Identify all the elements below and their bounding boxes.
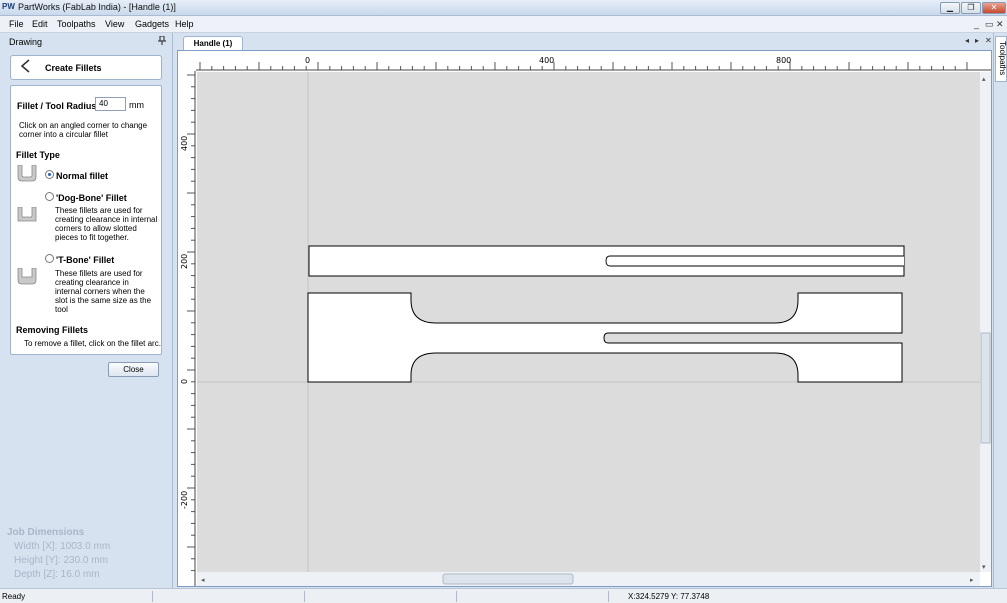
status-separator (456, 591, 457, 602)
job-height: Height [Y]: 230.0 mm (14, 555, 108, 566)
scroll-down-icon[interactable]: ▾ (982, 564, 986, 571)
removing-fillets-text: To remove a fillet, click on the fillet … (24, 339, 161, 348)
close-window-button[interactable]: ✕ (982, 2, 1006, 14)
back-arrow-icon[interactable] (18, 58, 32, 79)
toolpaths-tab-label: Toolpaths (998, 41, 1007, 76)
menu-view[interactable]: View (105, 19, 124, 29)
fillet-form: Fillet / Tool Radius: 40 mm Click on an … (10, 85, 162, 355)
cursor-coordinates: X:324.5279 Y: 77.3748 (628, 592, 710, 601)
ruler-v-label-400: 400 (180, 136, 189, 151)
tab-prev-icon[interactable]: ◂ (965, 36, 969, 45)
mdi-close-icon[interactable]: ✕ (996, 19, 1004, 30)
tbone-fillet-radio[interactable] (45, 254, 54, 263)
job-width: Width [X]: 1003.0 mm (14, 541, 111, 552)
horizontal-ruler (178, 51, 991, 71)
tbone-fillet-label[interactable]: 'T-Bone' Fillet (56, 255, 114, 265)
create-fillets-title: Create Fillets (45, 63, 102, 73)
menu-help[interactable]: Help (175, 19, 194, 29)
pin-icon[interactable] (158, 35, 166, 47)
ruler-v-label-0: 0 (180, 379, 189, 384)
minimize-button[interactable]: ▁ (940, 2, 960, 14)
menu-gadgets[interactable]: Gadgets (135, 19, 169, 29)
scroll-up-icon[interactable]: ▴ (982, 76, 986, 83)
drawing-panel: Drawing Create Fillets Fillet / Tool Rad… (0, 33, 173, 588)
dogbone-fillet-label[interactable]: 'Dog-Bone' Fillet (56, 193, 127, 203)
top-strip-shape[interactable] (308, 245, 905, 277)
horizontal-scroll-thumb[interactable] (442, 573, 574, 585)
dogbone-fillet-icon (17, 207, 37, 222)
job-dimensions-heading: Job Dimensions (7, 527, 85, 538)
status-separator (608, 591, 609, 602)
tab-next-icon[interactable]: ▸ (975, 36, 979, 45)
status-text: Ready (2, 592, 26, 601)
tbone-desc-3: internal corners when the (55, 287, 145, 296)
panel-title: Drawing (9, 37, 43, 47)
toolpaths-dock: Toolpaths (993, 33, 1007, 588)
dogbone-desc-2: creating clearance in internal (55, 215, 158, 224)
window-title: PartWorks (FabLab India) - [Handle (1)] (18, 2, 176, 12)
app-icon: PW (2, 2, 15, 11)
menu-toolpaths[interactable]: Toolpaths (57, 19, 96, 29)
toolpaths-tab[interactable]: Toolpaths (995, 36, 1007, 82)
normal-fillet-radio[interactable] (45, 170, 54, 179)
radius-input[interactable]: 40 (95, 97, 126, 111)
status-bar: Ready X:324.5279 Y: 77.3748 (0, 588, 1007, 603)
title-bar: PW PartWorks (FabLab India) - [Handle (1… (0, 0, 1007, 16)
status-separator (152, 591, 153, 602)
ruler-v-label-neg200: -200 (180, 491, 189, 509)
view-canvas[interactable]: 0 400 800 400 200 0 -200 ▴ ▾ ◂ ▸ (178, 51, 991, 586)
drawing-view[interactable]: 0 400 800 400 200 0 -200 ▴ ▾ ◂ ▸ (177, 50, 992, 587)
tbone-desc-1: These fillets are used for (55, 269, 143, 278)
removing-fillets-heading: Removing Fillets (16, 325, 89, 335)
menu-bar: File Edit Toolpaths View Gadgets Help _ … (0, 16, 1007, 33)
radius-unit: mm (129, 100, 144, 110)
job-dimensions: Job Dimensions Width [X]: 1003.0 mm Heig… (7, 526, 110, 582)
ruler-h-label-0: 0 (305, 56, 310, 65)
instruction-line-2: corner into a circular fillet (19, 130, 108, 139)
maximize-button[interactable]: ❐ (961, 2, 981, 14)
mdi-restore-icon[interactable]: ▭ (985, 19, 994, 30)
panel-header: Drawing (0, 33, 172, 50)
horizontal-scrollbar[interactable] (197, 572, 980, 586)
close-button[interactable]: Close (108, 362, 159, 377)
dogbone-desc-4: pieces to fit together. (55, 233, 129, 242)
tbone-desc-4: slot is the same size as the (55, 296, 152, 305)
fillet-type-heading: Fillet Type (16, 150, 60, 160)
vertical-scroll-thumb[interactable] (980, 332, 991, 444)
status-separator (304, 591, 305, 602)
menu-edit[interactable]: Edit (32, 19, 48, 29)
ruler-v-label-200: 200 (180, 254, 189, 269)
ruler-h-label-400: 400 (539, 56, 554, 65)
normal-fillet-label[interactable]: Normal fillet (56, 171, 108, 181)
ruler-h-label-800: 800 (776, 56, 791, 65)
dogbone-fillet-radio[interactable] (45, 192, 54, 201)
tbone-desc-5: tool (55, 305, 68, 314)
vertical-scrollbar[interactable] (980, 72, 991, 572)
instruction-line-1: Click on an angled corner to change (19, 121, 148, 130)
radius-label: Fillet / Tool Radius: (17, 101, 100, 111)
normal-fillet-icon (17, 165, 37, 182)
tbone-fillet-icon (17, 268, 37, 285)
scroll-right-icon[interactable]: ▸ (970, 577, 974, 584)
dogbone-desc-3: corners to allow slotted (55, 224, 137, 233)
scroll-left-icon[interactable]: ◂ (201, 577, 205, 584)
mdi-minimize-icon[interactable]: _ (974, 19, 979, 29)
tbone-desc-2: creating clearance in (55, 278, 129, 287)
dogbone-desc-1: These fillets are used for (55, 206, 143, 215)
tab-close-icon[interactable]: ✕ (985, 36, 992, 45)
tab-handle[interactable]: Handle (1) (183, 36, 243, 50)
document-tab-strip: Handle (1) ◂ ▸ ✕ (175, 33, 993, 50)
job-depth: Depth [Z]: 16.0 mm (14, 569, 100, 580)
menu-file[interactable]: File (9, 19, 24, 29)
create-fillets-header: Create Fillets (10, 55, 162, 80)
